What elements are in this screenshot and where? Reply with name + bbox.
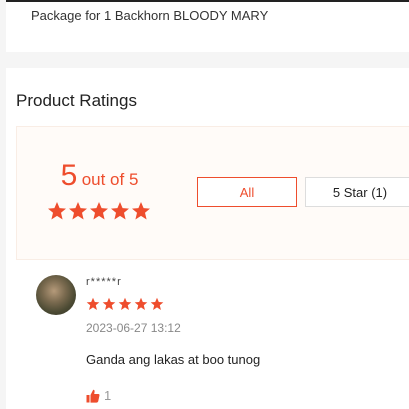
- star-icon: [134, 297, 148, 310]
- like-button[interactable]: 1: [86, 388, 111, 403]
- thumbs-up-icon: [86, 389, 100, 403]
- rating-score: 5 out of 5: [47, 159, 152, 193]
- star-icon: [48, 202, 66, 220]
- package-card: Package for 1 Backhorn BLOODY MARY: [6, 0, 409, 52]
- package-text: Package for 1 Backhorn BLOODY MARY: [31, 8, 269, 23]
- star-icon: [118, 297, 132, 310]
- score-out-of: out of 5: [81, 170, 139, 189]
- star-icon: [111, 202, 129, 220]
- ratings-card: Product Ratings 5 out of 5 All 5 Star (1…: [6, 68, 409, 409]
- filter-all-button[interactable]: All: [197, 177, 297, 207]
- rating-overview: 5 out of 5 All 5 Star (1): [16, 126, 409, 260]
- star-icon: [102, 297, 116, 310]
- like-count: 1: [104, 388, 112, 403]
- review-date: 2023-06-27 13:12: [86, 321, 181, 335]
- avatar[interactable]: [36, 275, 76, 315]
- star-icon: [132, 202, 150, 220]
- review-stars: [86, 297, 164, 311]
- star-icon: [86, 297, 100, 310]
- ratings-title: Product Ratings: [16, 91, 137, 110]
- score-value: 5: [60, 159, 78, 192]
- review-username: r*****r: [86, 276, 122, 288]
- review-text: Ganda ang lakas at boo tunog: [86, 352, 261, 367]
- filter-5-star-button[interactable]: 5 Star (1): [305, 177, 409, 207]
- star-icon: [69, 202, 87, 220]
- review-item: r*****r 2023-06-27 13:12 Ganda ang lakas…: [6, 268, 409, 409]
- star-icon: [90, 202, 108, 220]
- star-icon: [150, 297, 164, 310]
- rating-stars: [47, 201, 151, 221]
